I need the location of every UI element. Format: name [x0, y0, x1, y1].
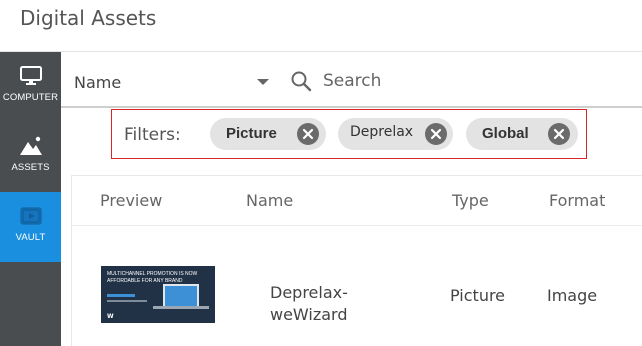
sidebar-item-label: ASSETS	[11, 162, 50, 173]
asset-name-line2[interactable]: weWizard	[270, 305, 348, 324]
results-table: Preview Name Type Format W MULTICHANNEL …	[71, 175, 642, 346]
search-icon	[291, 71, 312, 92]
filter-chip-deprelax: Deprelax	[338, 118, 453, 150]
column-header-preview[interactable]: Preview	[100, 191, 162, 210]
filter-chip-global: Global	[466, 118, 578, 150]
app-title: Digital Assets	[20, 6, 157, 30]
sidebar-item-label: COMPUTER	[2, 92, 59, 103]
chevron-down-icon[interactable]	[257, 79, 269, 85]
filter-chip-label: Picture	[226, 125, 277, 142]
asset-type: Picture	[450, 286, 506, 305]
search-input[interactable]	[323, 66, 623, 96]
svg-text:W: W	[107, 313, 114, 320]
sidebar-item-vault[interactable]: VAULT	[0, 192, 61, 262]
monitor-icon	[19, 66, 42, 85]
sidebar-item-assets[interactable]: ASSETS	[0, 122, 61, 192]
asset-thumbnail[interactable]: W MULTICHANNEL PROMOTION IS NOW AFFORDAB…	[101, 266, 215, 323]
sidebar: COMPUTER ASSETS VAULT	[0, 52, 61, 346]
vault-play-icon	[20, 207, 41, 225]
title-bar: Digital Assets	[0, 0, 642, 52]
sort-dropdown-label[interactable]: Name	[74, 73, 121, 92]
header-divider	[72, 225, 642, 226]
asset-name-line1[interactable]: Deprelax-	[270, 283, 348, 302]
asset-format: Image	[547, 286, 598, 305]
close-icon[interactable]	[548, 123, 570, 145]
sidebar-item-computer[interactable]: COMPUTER	[0, 52, 61, 122]
filter-chip-picture: Picture	[210, 118, 326, 150]
filters-bar: Filters: Picture Deprelax Global	[111, 109, 587, 159]
filters-label: Filters:	[124, 125, 181, 145]
close-icon[interactable]	[297, 123, 319, 145]
column-header-type[interactable]: Type	[452, 191, 489, 210]
filter-chip-label: Deprelax	[350, 124, 414, 140]
mountains-icon	[19, 136, 42, 155]
filter-chip-label: Global	[482, 125, 529, 142]
column-header-format[interactable]: Format	[549, 191, 605, 210]
thumbnail-caption: MULTICHANNEL PROMOTION IS NOW AFFORDABLE…	[107, 271, 198, 284]
toolbar: Name	[61, 52, 642, 108]
column-header-name[interactable]: Name	[246, 191, 293, 210]
sidebar-item-label: VAULT	[15, 232, 46, 243]
close-icon[interactable]	[425, 123, 447, 145]
